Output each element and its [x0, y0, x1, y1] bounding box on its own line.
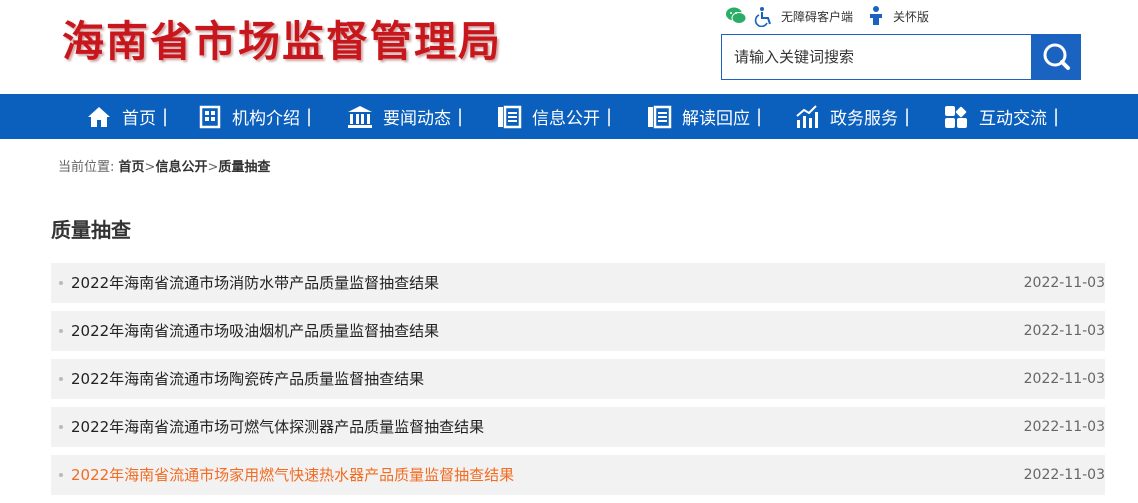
- nav-item-about[interactable]: 机构介绍 |: [198, 94, 312, 139]
- nav-item-services[interactable]: 政务服务 |: [794, 94, 910, 139]
- nav-separator: |: [1053, 106, 1060, 127]
- chart-icon: [796, 104, 818, 128]
- search-input[interactable]: 请输入关键词搜索: [721, 34, 1044, 80]
- bullet-icon: [59, 425, 63, 429]
- article-title[interactable]: 2022年海南省流通市场吸油烟机产品质量监督抽查结果: [71, 311, 439, 351]
- list-item[interactable]: 2022年海南省流通市场消防水带产品质量监督抽查结果 2022-11-03: [51, 263, 1105, 303]
- nav-separator: |: [904, 106, 911, 127]
- main-nav: 首页 | 机构介绍 | 要闻动态 | 信息公开 | 解读回应 | 政务服务 | …: [0, 94, 1138, 139]
- article-title[interactable]: 2022年海南省流通市场陶瓷砖产品质量监督抽查结果: [71, 359, 424, 399]
- bullet-icon: [59, 329, 63, 333]
- search-icon: [1043, 43, 1070, 70]
- bullet-icon: [59, 281, 63, 285]
- document-list-icon: [498, 105, 522, 128]
- nav-item-news[interactable]: 要闻动态 |: [347, 94, 463, 139]
- article-date: 2022-11-03: [1023, 467, 1105, 483]
- nav-label: 解读回应: [682, 109, 750, 129]
- nav-separator: |: [457, 106, 464, 127]
- list-item[interactable]: 2022年海南省流通市场家用燃气快速热水器产品质量监督抽查结果 2022-11-…: [51, 455, 1105, 495]
- breadcrumb-prefix: 当前位置:: [58, 160, 115, 175]
- bullet-icon: [59, 473, 63, 477]
- building-icon: [199, 105, 221, 128]
- nav-label: 机构介绍: [232, 109, 300, 129]
- wechat-icon[interactable]: [725, 5, 747, 27]
- article-date: 2022-11-03: [1023, 371, 1105, 387]
- breadcrumb-current[interactable]: 质量抽查: [218, 160, 270, 175]
- nav-item-interaction[interactable]: 互动交流 |: [943, 94, 1059, 139]
- article-title[interactable]: 2022年海南省流通市场家用燃气快速热水器产品质量监督抽查结果: [71, 455, 514, 495]
- nav-item-disclosure[interactable]: 信息公开 |: [496, 94, 612, 139]
- bank-icon: [348, 105, 372, 128]
- nav-item-interpretation[interactable]: 解读回应 |: [646, 94, 762, 139]
- accessibility-icon[interactable]: [753, 5, 775, 28]
- nav-label: 政务服务: [830, 109, 898, 129]
- search-button[interactable]: [1031, 34, 1081, 80]
- site-logo[interactable]: 海南省市场监督管理局: [62, 8, 502, 69]
- nav-label: 信息公开: [532, 109, 600, 129]
- search-box: 请输入关键词搜索: [721, 34, 1081, 80]
- bullet-icon: [59, 377, 63, 381]
- breadcrumb: 当前位置: 首页>信息公开>质量抽查: [58, 160, 271, 175]
- doc-lines-icon: [648, 105, 672, 128]
- site-header: 海南省市场监督管理局 无障碍客户端 关怀版 请输入关键词搜索: [0, 0, 1138, 94]
- accessibility-link[interactable]: 无障碍客户端: [781, 8, 853, 25]
- elder-care-link[interactable]: 关怀版: [893, 8, 929, 25]
- top-links: 无障碍客户端 关怀版: [725, 4, 941, 28]
- elder-care-icon[interactable]: [865, 5, 887, 27]
- article-title[interactable]: 2022年海南省流通市场消防水带产品质量监督抽查结果: [71, 263, 439, 303]
- page-title: 质量抽查: [51, 218, 131, 242]
- grid-icon: [945, 105, 967, 128]
- article-date: 2022-11-03: [1023, 275, 1105, 291]
- article-list: 2022年海南省流通市场消防水带产品质量监督抽查结果 2022-11-03 20…: [51, 263, 1105, 503]
- breadcrumb-home[interactable]: 首页: [119, 160, 145, 175]
- nav-item-home[interactable]: 首页 |: [86, 94, 168, 139]
- list-item[interactable]: 2022年海南省流通市场陶瓷砖产品质量监督抽查结果 2022-11-03: [51, 359, 1105, 399]
- article-date: 2022-11-03: [1023, 419, 1105, 435]
- nav-label: 要闻动态: [383, 109, 451, 129]
- list-item[interactable]: 2022年海南省流通市场可燃气体探测器产品质量监督抽查结果 2022-11-03: [51, 407, 1105, 447]
- nav-separator: |: [606, 106, 613, 127]
- home-icon: [88, 106, 110, 127]
- article-date: 2022-11-03: [1023, 323, 1105, 339]
- article-title[interactable]: 2022年海南省流通市场可燃气体探测器产品质量监督抽查结果: [71, 407, 484, 447]
- nav-label: 首页: [122, 109, 156, 129]
- nav-separator: |: [756, 106, 763, 127]
- list-item[interactable]: 2022年海南省流通市场吸油烟机产品质量监督抽查结果 2022-11-03: [51, 311, 1105, 351]
- nav-separator: |: [162, 106, 169, 127]
- nav-separator: |: [306, 106, 313, 127]
- nav-label: 互动交流: [979, 109, 1047, 129]
- breadcrumb-disclosure[interactable]: 信息公开: [155, 160, 207, 175]
